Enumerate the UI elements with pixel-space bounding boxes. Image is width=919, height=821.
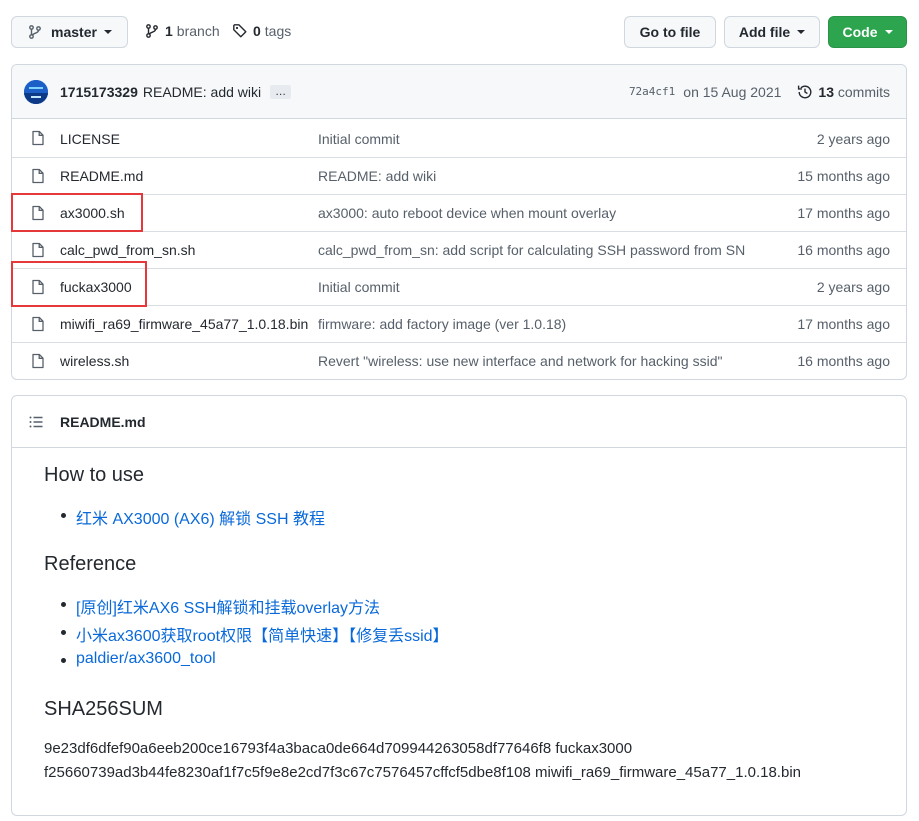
code-label: Code	[842, 24, 878, 40]
checksum-line: 9e23df6dfef90a6eeb200ce16793f4a3baca0de6…	[44, 740, 633, 757]
chevron-down-icon	[797, 30, 806, 34]
file-commit-message[interactable]: ax3000: auto reboot device when mount ov…	[318, 205, 616, 221]
file-commit-message[interactable]: Revert "wireless: use new interface and …	[318, 353, 722, 369]
section-heading-how-to-use: How to use	[44, 464, 145, 486]
list-item-link[interactable]: [原创]红米AX6 SSH解锁和挂载overlay方法	[60, 594, 380, 618]
list-item-link[interactable]: paldier/ax3600_tool	[61, 650, 216, 668]
go-to-file-button[interactable]: Go to file	[624, 16, 716, 48]
git-branch-icon	[144, 23, 160, 39]
file-commit-message[interactable]: README: add wiki	[318, 168, 436, 184]
section-heading-reference: Reference	[44, 553, 137, 575]
chevron-down-icon	[103, 30, 112, 34]
commit-sha[interactable]: 72a4cf1	[629, 85, 675, 98]
commit-count-label: commits	[837, 83, 890, 100]
avatar[interactable]	[24, 79, 48, 104]
checksum-line: f25660739ad3b44fe8230af1f7c5f9e8e2cd7f3c…	[44, 764, 801, 781]
highlight-box-ax3000-sh	[11, 193, 143, 232]
file-name[interactable]: README.md	[60, 168, 143, 184]
list-item-link[interactable]: 红米 AX3000 (AX6) 解锁 SSH 教程	[61, 505, 325, 529]
branch-count: 1	[165, 23, 173, 39]
file-icon	[30, 353, 46, 372]
file-commit-time: 16 months ago	[797, 353, 890, 369]
code-button[interactable]: Code	[828, 16, 907, 48]
file-icon	[30, 168, 46, 187]
history-icon	[797, 84, 813, 100]
file-commit-time: 16 months ago	[797, 242, 890, 258]
commit-count: 13	[818, 83, 834, 100]
readme-title[interactable]: README.md	[60, 414, 146, 430]
commit-author[interactable]: 1715173329	[60, 84, 138, 100]
file-row[interactable]: LICENSE Initial commit 2 years ago	[12, 120, 906, 157]
file-name[interactable]: calc_pwd_from_sn.sh	[60, 242, 195, 258]
readme-header: README.md	[12, 396, 906, 448]
latest-commit-bar: 1715173329 README: add wiki … 72a4cf1 on…	[12, 65, 906, 119]
list-icon[interactable]	[28, 414, 44, 430]
branch-label: branch	[176, 23, 220, 39]
file-commit-time: 2 years ago	[816, 279, 890, 295]
highlight-box-fuckax3000	[11, 261, 147, 307]
chevron-down-icon	[884, 30, 893, 34]
branches-link[interactable]: 1 branch	[144, 23, 220, 39]
file-row[interactable]: miwifi_ra69_firmware_45a77_1.0.18.bin fi…	[12, 305, 906, 342]
tag-count: 0	[253, 23, 261, 39]
commits-link[interactable]: 13 commits	[818, 84, 890, 100]
file-commit-message[interactable]: Initial commit	[318, 279, 400, 295]
tags-link[interactable]: 0 tags	[232, 23, 291, 39]
tag-icon	[232, 23, 248, 39]
file-commit-message[interactable]: calc_pwd_from_sn: add script for calcula…	[318, 242, 745, 258]
file-icon	[30, 130, 46, 149]
file-row[interactable]: ax3000.sh ax3000: auto reboot device whe…	[12, 194, 906, 231]
file-icon	[30, 242, 46, 261]
commit-expand-button[interactable]: …	[270, 84, 292, 99]
file-commit-message[interactable]: Initial commit	[318, 131, 400, 147]
file-commit-time: 17 months ago	[797, 316, 890, 332]
branch-name: master	[51, 24, 97, 40]
branch-select-button[interactable]: master	[11, 16, 128, 48]
git-branch-icon	[27, 24, 43, 40]
list-item-link[interactable]: 小米ax3600获取root权限【简单快速】【修复丢ssid】	[61, 622, 449, 646]
file-row[interactable]: wireless.sh Revert "wireless: use new in…	[12, 342, 906, 379]
file-name[interactable]: wireless.sh	[60, 353, 129, 369]
file-commit-time: 15 months ago	[797, 168, 890, 184]
add-file-button[interactable]: Add file	[724, 16, 820, 48]
readme-panel: README.md How to use 红米 AX3000 (AX6) 解锁 …	[11, 395, 907, 816]
file-row[interactable]: README.md README: add wiki 15 months ago	[12, 157, 906, 194]
file-icon	[30, 316, 46, 335]
file-commit-time: 17 months ago	[797, 205, 890, 221]
tag-label: tags	[264, 23, 292, 39]
commit-date: on 15 Aug 2021	[683, 83, 782, 100]
commit-message[interactable]: README: add wiki	[143, 84, 261, 100]
section-heading-sha256sum: SHA256SUM	[44, 698, 163, 720]
file-name[interactable]: LICENSE	[60, 131, 120, 147]
file-commit-time: 2 years ago	[816, 130, 890, 147]
file-commit-message[interactable]: firmware: add factory image (ver 1.0.18)	[318, 316, 566, 332]
file-name[interactable]: miwifi_ra69_firmware_45a77_1.0.18.bin	[60, 316, 308, 332]
add-file-label: Add file	[738, 24, 791, 40]
file-listing: 1715173329 README: add wiki … 72a4cf1 on…	[11, 64, 907, 380]
